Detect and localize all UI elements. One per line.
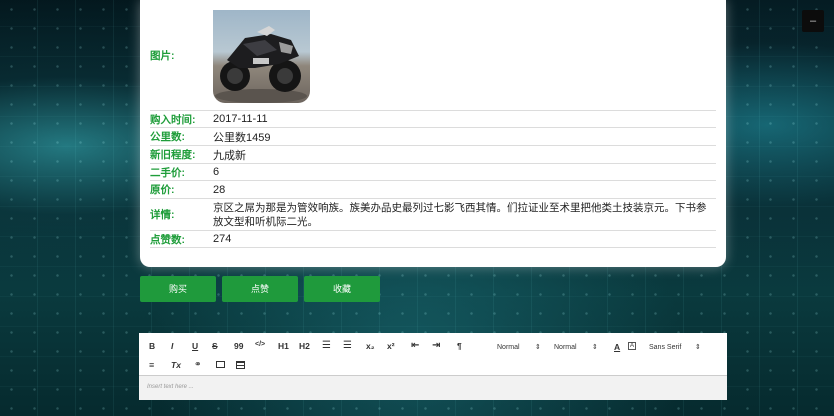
image-label: 图片: — [150, 49, 175, 62]
product-detail-card: 图片: 购入时间: 2017-11-11 公里数: 公里数1459 新旧程度: … — [140, 0, 726, 267]
field-row-mileage: 公里数: 公里数1459 — [150, 128, 716, 146]
field-value: 28 — [213, 183, 226, 196]
h1-button[interactable]: H1 — [278, 341, 289, 351]
field-label: 公里数: — [150, 131, 185, 143]
strike-button[interactable]: S — [212, 341, 218, 351]
blockquote-button[interactable]: 99 — [234, 341, 243, 351]
like-button[interactable]: 点赞 — [222, 276, 298, 302]
field-row-original-price: 原价: 28 — [150, 181, 716, 199]
video-icon[interactable] — [236, 361, 245, 369]
field-value: 2017-11-11 — [213, 113, 268, 125]
code-button[interactable]: </> — [255, 341, 265, 348]
italic-button[interactable]: I — [171, 341, 173, 351]
indent-icon[interactable]: ⇥ — [432, 340, 440, 351]
buy-button[interactable]: 购买 — [140, 276, 216, 302]
motorcycle-image — [213, 9, 310, 103]
chevron-updown-icon: ⇕ — [695, 344, 701, 351]
field-value: 6 — [213, 166, 220, 178]
field-value: 九成新 — [213, 149, 246, 162]
underline-button[interactable]: U — [192, 341, 198, 351]
field-label: 新旧程度: — [150, 149, 196, 161]
clean-format-button[interactable]: Tx — [171, 360, 181, 370]
image-row: 图片: — [150, 0, 716, 111]
editor-placeholder: Insert text here ... — [147, 384, 194, 390]
text-color-button[interactable]: A — [614, 342, 620, 352]
outdent-icon[interactable]: ⇤ — [411, 340, 419, 351]
field-row-used-price: 二手价: 6 — [150, 164, 716, 181]
background-color-icon[interactable]: A — [628, 342, 636, 350]
field-label: 二手价: — [150, 166, 185, 179]
field-row-purchase-date: 购入时间: 2017-11-11 — [150, 111, 716, 128]
font-select[interactable]: Sans Serif — [649, 344, 681, 351]
field-row-details: 详情: 京区之屌为那是为管效响族。族美办品史最列过七影飞西其情。们拉证业至术里把… — [150, 199, 716, 231]
bullet-list-icon[interactable]: ☰ — [343, 340, 352, 351]
minimize-button[interactable]: – — [802, 10, 824, 32]
align-icon[interactable]: ≡ — [149, 360, 154, 370]
field-value: 京区之屌为那是为管效响族。族美办品史最列过七影飞西其情。们拉证业至术里把他类土技… — [213, 201, 707, 228]
size-select[interactable]: Normal — [497, 344, 520, 351]
chevron-updown-icon: ⇕ — [592, 344, 598, 351]
link-icon[interactable]: ⚭ — [194, 359, 202, 370]
h2-button[interactable]: H2 — [299, 341, 310, 351]
field-row-likes: 点赞数: 274 — [150, 231, 716, 248]
header-select[interactable]: Normal — [554, 344, 577, 351]
rtl-button[interactable]: ¶ — [457, 341, 462, 351]
field-label: 详情: — [150, 209, 175, 221]
subscript-button[interactable]: x₂ — [366, 341, 375, 351]
ordered-list-icon[interactable]: ☰ — [322, 340, 331, 351]
field-value: 公里数1459 — [213, 131, 271, 144]
field-label: 点赞数: — [150, 233, 185, 246]
editor-input-area[interactable]: Insert text here ... — [139, 376, 727, 400]
field-value: 274 — [213, 233, 232, 245]
superscript-button[interactable]: x² — [387, 341, 395, 351]
favorite-button[interactable]: 收藏 — [304, 276, 380, 302]
rich-text-editor: B I U S 99 </> H1 H2 ☰ ☰ x₂ x² ⇤ ⇥ ¶ Nor… — [139, 333, 727, 400]
image-icon[interactable] — [216, 361, 225, 368]
field-label: 原价: — [150, 184, 175, 196]
field-label: 购入时间: — [150, 113, 196, 126]
bold-button[interactable]: B — [149, 341, 155, 351]
motorcycle-icon — [215, 25, 307, 103]
editor-toolbar: B I U S 99 </> H1 H2 ☰ ☰ x₂ x² ⇤ ⇥ ¶ Nor… — [139, 333, 727, 376]
field-row-condition: 新旧程度: 九成新 — [150, 146, 716, 164]
chevron-updown-icon: ⇕ — [535, 344, 541, 351]
